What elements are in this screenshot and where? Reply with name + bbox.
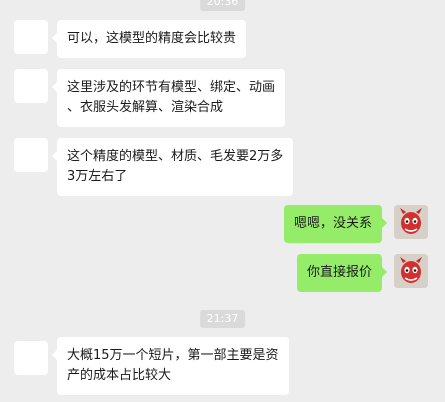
- timestamp: 20:36: [199, 0, 246, 11]
- red-mask-avatar-icon[interactable]: [394, 205, 428, 239]
- contact-avatar[interactable]: [14, 20, 48, 54]
- red-mask-avatar-icon[interactable]: [394, 254, 428, 288]
- contact-avatar[interactable]: [14, 69, 48, 103]
- contact-avatar[interactable]: [14, 341, 48, 375]
- timestamp: 21:37: [199, 310, 246, 328]
- message-bubble-incoming[interactable]: 这个精度的模型、材质、毛发要2万多 3万左右了: [51, 138, 294, 196]
- message-bubble-outgoing[interactable]: 嗯嗯，没关系: [283, 205, 388, 243]
- message-bubble-incoming[interactable]: 这里涉及的环节有模型、绑定、动画 、衣服头发解算、渲染合成: [51, 69, 286, 127]
- message-bubble-outgoing[interactable]: 你直接报价: [296, 254, 388, 292]
- contact-avatar[interactable]: [14, 138, 48, 172]
- message-bubble-incoming[interactable]: 可以，这模型的精度会比较贵: [51, 20, 247, 58]
- message-bubble-incoming[interactable]: 大概15万一个短片，第一部主要是资 产的成本占比较大: [52, 337, 289, 395]
